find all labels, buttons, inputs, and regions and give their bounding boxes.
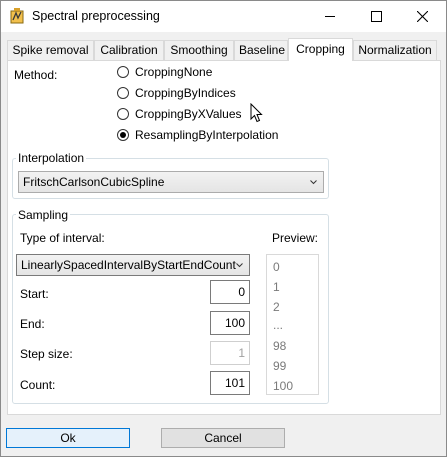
radio-cropping-by-indices[interactable]: CroppingByIndices [117, 85, 236, 101]
interval-type-select-value: LinearlySpacedIntervalByStartEndCount [21, 258, 236, 272]
preview-label: Preview: [272, 231, 319, 245]
maximize-icon [370, 11, 382, 22]
title-bar[interactable]: Spectral preprocessing [1, 1, 446, 32]
radio-button[interactable] [117, 108, 129, 120]
tab-smoothing[interactable]: Smoothing [164, 40, 234, 60]
minimize-icon [324, 16, 335, 17]
tab-spike-removal[interactable]: Spike removal [7, 40, 94, 60]
close-icon [416, 11, 428, 22]
mouse-cursor-icon [250, 103, 263, 123]
radio-cropping-none[interactable]: CroppingNone [117, 64, 212, 80]
radio-resampling-by-interpolation[interactable]: ResamplingByInterpolation [117, 127, 278, 143]
start-input[interactable]: 0 [210, 280, 250, 304]
count-input[interactable]: 101 [210, 371, 250, 395]
list-item: 99 [273, 359, 287, 373]
tab-cropping[interactable]: Cropping [288, 38, 353, 61]
radio-button[interactable] [117, 87, 129, 99]
end-input[interactable]: 100 [210, 311, 250, 335]
close-button[interactable] [399, 1, 445, 32]
list-item: ... [273, 318, 284, 332]
radio-label: CroppingByXValues [135, 107, 242, 121]
radio-button[interactable] [117, 129, 129, 141]
radio-cropping-by-xvalues[interactable]: CroppingByXValues [117, 106, 242, 122]
window-title: Spectral preprocessing [32, 9, 160, 23]
preview-list[interactable]: 0 1 2 ... 98 99 100 [266, 254, 319, 395]
radio-label: CroppingByIndices [135, 86, 236, 100]
radio-label: ResamplingByInterpolation [135, 128, 279, 142]
maximize-button[interactable] [353, 1, 399, 32]
step-size-input: 1 [210, 341, 250, 365]
chevron-down-icon [310, 172, 317, 192]
count-label: Count: [20, 378, 56, 392]
end-label: End: [20, 317, 45, 331]
interpolation-select-value: FritschCarlsonCubicSpline [23, 175, 165, 189]
sampling-group-title: Sampling [16, 208, 71, 222]
tab-normalization[interactable]: Normalization [353, 40, 437, 60]
chevron-down-icon [236, 255, 243, 275]
interpolation-group-title: Interpolation [16, 151, 87, 165]
minimize-button[interactable] [307, 1, 353, 32]
ok-button[interactable]: Ok [6, 428, 130, 448]
app-icon [10, 8, 24, 24]
tab-baseline[interactable]: Baseline [234, 40, 288, 60]
interval-type-label: Type of interval: [20, 231, 105, 245]
radio-button[interactable] [117, 66, 129, 78]
method-label: Method: [14, 68, 58, 82]
list-item: 100 [273, 379, 294, 393]
tab-calibration[interactable]: Calibration [94, 40, 164, 60]
step-size-label: Step size: [20, 347, 73, 361]
list-item: 2 [273, 300, 280, 314]
cancel-button[interactable]: Cancel [161, 428, 285, 448]
interpolation-select[interactable]: FritschCarlsonCubicSpline [18, 171, 324, 193]
radio-label: CroppingNone [135, 65, 213, 79]
list-item: 98 [273, 339, 287, 353]
list-item: 0 [273, 260, 280, 274]
list-item: 1 [273, 280, 280, 294]
start-label: Start: [20, 287, 49, 301]
interval-type-select[interactable]: LinearlySpacedIntervalByStartEndCount [16, 254, 250, 276]
dialog-window: Spectral preprocessing Spike removal Cal… [0, 0, 447, 457]
